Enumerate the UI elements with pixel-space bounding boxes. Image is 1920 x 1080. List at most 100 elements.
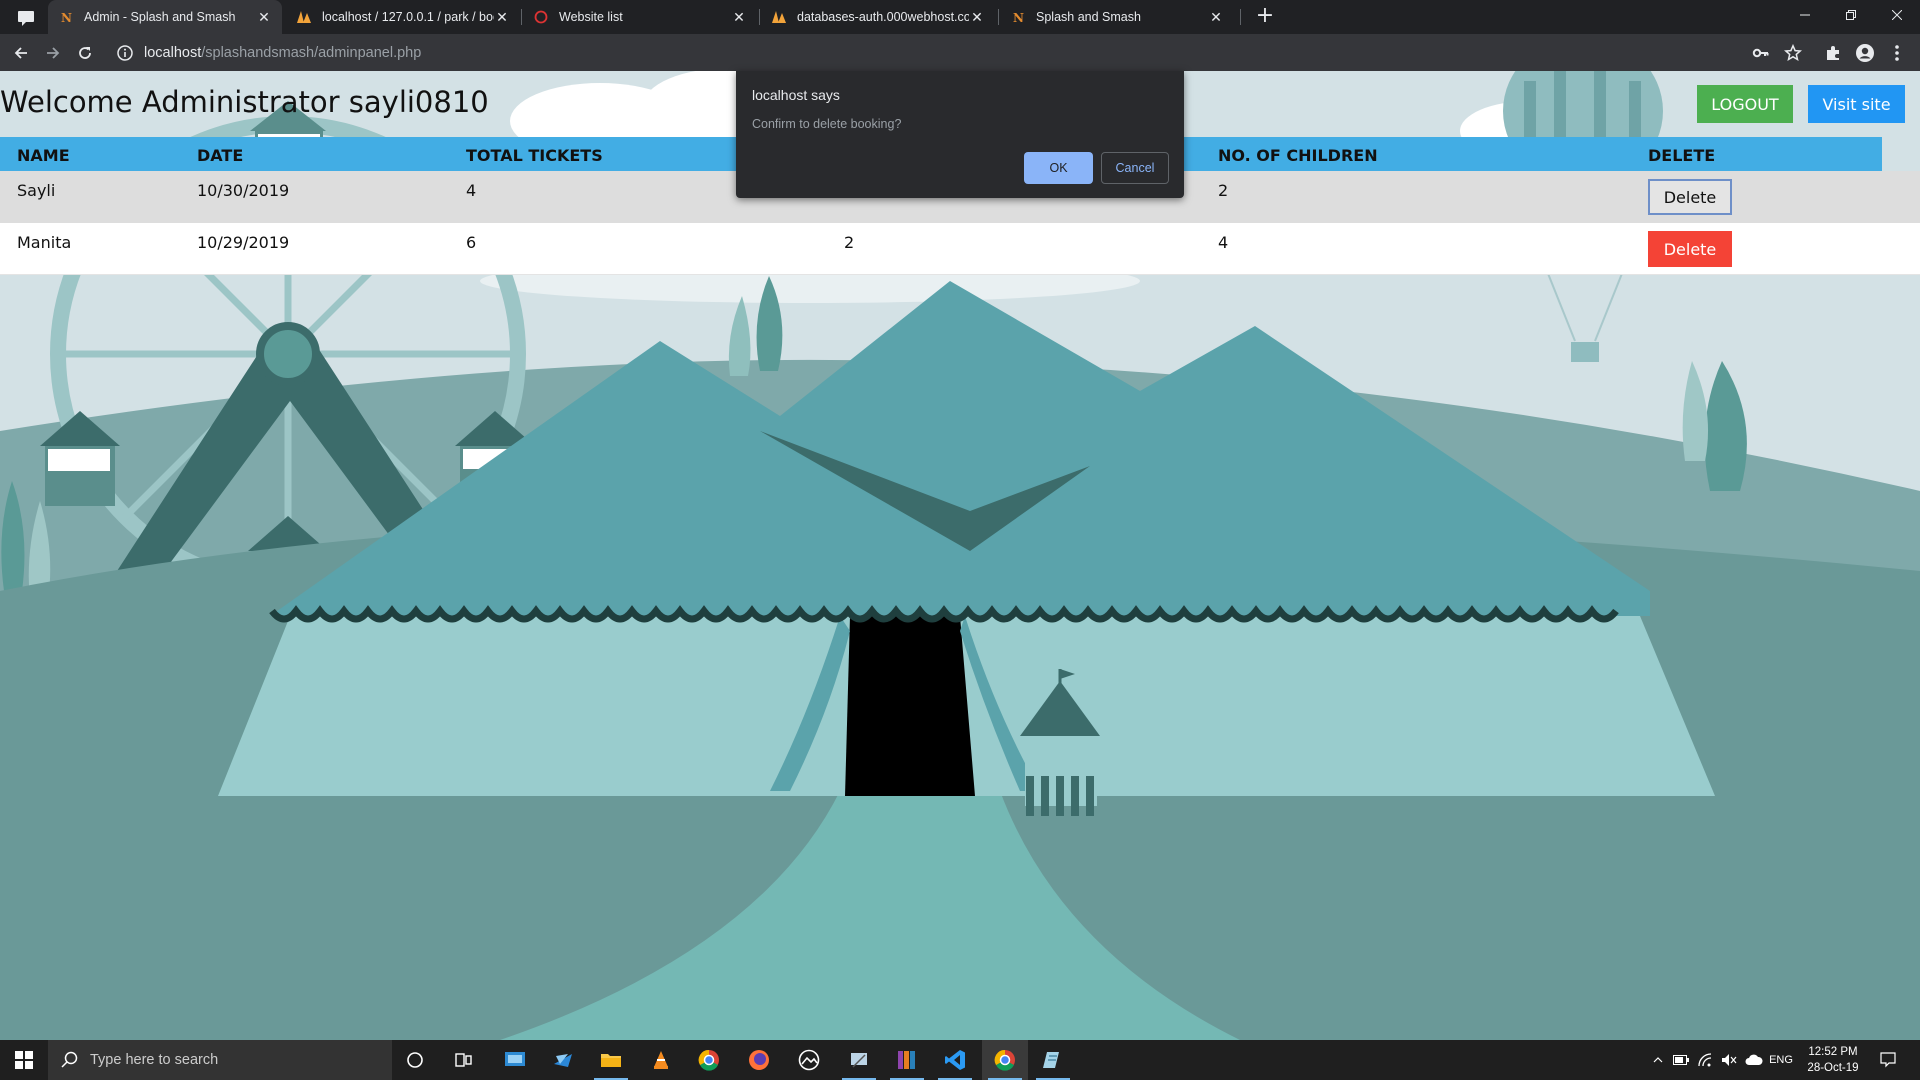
dialog-cancel-button[interactable]: Cancel bbox=[1101, 152, 1169, 184]
dialog-message: Confirm to delete booking? bbox=[752, 117, 902, 131]
address-bar[interactable]: localhost/splashandsmash/adminpanel.php bbox=[110, 38, 1770, 67]
close-tab-icon[interactable]: ✕ bbox=[731, 9, 747, 25]
close-tab-icon[interactable]: ✕ bbox=[1208, 9, 1224, 25]
show-hidden-icons-chevron-icon[interactable] bbox=[1648, 1040, 1668, 1080]
new-tab-button[interactable]: + bbox=[1253, 5, 1277, 29]
profile-avatar-icon[interactable] bbox=[1852, 40, 1878, 66]
taskbar-search-box[interactable]: Type here to search bbox=[48, 1040, 392, 1080]
splash-favicon-icon: N bbox=[58, 9, 74, 25]
chrome-active-icon[interactable] bbox=[982, 1040, 1028, 1080]
reload-button[interactable] bbox=[72, 40, 98, 66]
task-view-icon[interactable] bbox=[440, 1040, 486, 1080]
cell-name: Manita bbox=[17, 233, 72, 252]
browser-toolbar: localhost/splashandsmash/adminpanel.php bbox=[0, 34, 1920, 71]
tab-title: databases-auth.000webhost.com bbox=[797, 10, 969, 24]
back-button[interactable] bbox=[8, 40, 34, 66]
cell-adults: 2 bbox=[844, 233, 855, 252]
tab-separator bbox=[759, 9, 760, 25]
visit-site-button[interactable]: Visit site bbox=[1808, 85, 1905, 123]
tab-separator bbox=[1240, 9, 1241, 25]
cell-date: 10/30/2019 bbox=[197, 181, 290, 200]
password-key-icon[interactable] bbox=[1748, 40, 1774, 66]
close-tab-icon[interactable]: ✕ bbox=[494, 9, 510, 25]
tab-title: Website list bbox=[559, 10, 623, 24]
cell-date: 10/29/2019 bbox=[197, 233, 290, 252]
forward-button[interactable] bbox=[40, 40, 66, 66]
language-indicator[interactable]: ENG bbox=[1766, 1040, 1796, 1080]
table-row: Manita 10/29/2019 6 2 4 Delete bbox=[0, 223, 1920, 275]
000webhost-favicon-icon bbox=[533, 9, 549, 25]
close-tab-icon[interactable]: ✕ bbox=[256, 9, 272, 25]
confirm-dialog: localhost says Confirm to delete booking… bbox=[736, 71, 1184, 198]
url-text[interactable]: localhost/splashandsmash/adminpanel.php bbox=[144, 45, 421, 61]
tab-databases-auth[interactable]: databases-auth.000webhost.com ✕ bbox=[761, 0, 995, 34]
column-header-name: NAME bbox=[17, 146, 70, 165]
column-header-total-tickets: TOTAL TICKETS bbox=[466, 146, 603, 165]
page-viewport: Welcome Administrator sayli0810 LOGOUT V… bbox=[0, 71, 1920, 1040]
cell-total-tickets: 6 bbox=[466, 233, 477, 252]
url-host: localhost bbox=[144, 44, 202, 61]
tab-website-list[interactable]: Website list ✕ bbox=[523, 0, 757, 34]
vlc-icon[interactable] bbox=[638, 1040, 684, 1080]
phpmyadmin-favicon-icon bbox=[771, 9, 787, 25]
volume-muted-icon[interactable] bbox=[1718, 1040, 1740, 1080]
clock-date: 28-Oct-19 bbox=[1807, 1062, 1859, 1074]
restore-button[interactable] bbox=[1828, 0, 1874, 30]
teams-app-icon[interactable] bbox=[540, 1040, 586, 1080]
tab-title: Splash and Smash bbox=[1036, 10, 1141, 24]
site-info-icon[interactable] bbox=[116, 44, 134, 62]
firefox-icon[interactable] bbox=[736, 1040, 782, 1080]
page-title: Welcome Administrator sayli0810 bbox=[0, 85, 489, 119]
tab-splash-and-smash[interactable]: N Splash and Smash ✕ bbox=[1000, 0, 1234, 34]
tab-separator bbox=[521, 9, 522, 25]
file-explorer-icon[interactable] bbox=[588, 1040, 634, 1080]
phpmyadmin-favicon-icon bbox=[296, 9, 312, 25]
cortana-icon[interactable] bbox=[392, 1040, 438, 1080]
tab-separator bbox=[998, 9, 999, 25]
search-placeholder: Type here to search bbox=[90, 1052, 219, 1068]
dialog-title: localhost says bbox=[752, 87, 840, 103]
minimize-button[interactable] bbox=[1782, 0, 1828, 30]
notepad-icon[interactable] bbox=[1030, 1040, 1076, 1080]
column-header-children: NO. OF CHILDREN bbox=[1218, 146, 1378, 165]
photos-app-icon[interactable] bbox=[492, 1040, 538, 1080]
close-tab-icon[interactable]: ✕ bbox=[969, 9, 985, 25]
chrome-menu-icon[interactable] bbox=[1884, 40, 1910, 66]
logout-button[interactable]: LOGOUT bbox=[1697, 85, 1793, 123]
browser-tab-strip: N Admin - Splash and Smash ✕ localhost /… bbox=[0, 0, 1920, 34]
taskbar-clock[interactable]: 12:52 PM 28-Oct-19 bbox=[1798, 1044, 1868, 1076]
battery-icon[interactable] bbox=[1670, 1040, 1692, 1080]
vscode-icon[interactable] bbox=[932, 1040, 978, 1080]
notifications-icon[interactable] bbox=[1870, 1040, 1906, 1080]
close-window-button[interactable] bbox=[1874, 0, 1920, 30]
windows-taskbar: Type here to search ENG 12:52 PM 28-Oct-… bbox=[0, 1040, 1920, 1080]
column-header-delete: DELETE bbox=[1648, 146, 1716, 165]
extensions-puzzle-icon[interactable] bbox=[1820, 40, 1846, 66]
splash-favicon-icon: N bbox=[1010, 9, 1026, 25]
delete-button[interactable]: Delete bbox=[1648, 231, 1732, 267]
cell-children: 4 bbox=[1218, 233, 1229, 252]
dialog-ok-button[interactable]: OK bbox=[1024, 152, 1093, 184]
tab-title: localhost / 127.0.0.1 / park / boo bbox=[322, 10, 494, 24]
windows-logo-icon bbox=[15, 1051, 33, 1069]
clock-time: 12:52 PM bbox=[1808, 1046, 1858, 1058]
cell-children: 2 bbox=[1218, 181, 1229, 200]
tab-admin-splash[interactable]: N Admin - Splash and Smash ✕ bbox=[48, 0, 282, 34]
snipping-tool-icon[interactable] bbox=[836, 1040, 882, 1080]
url-path: /splashandsmash/adminpanel.php bbox=[201, 44, 422, 61]
wifi-icon[interactable] bbox=[1694, 1040, 1716, 1080]
column-header-date: DATE bbox=[197, 146, 244, 165]
cell-name: Sayli bbox=[17, 181, 56, 200]
svg-text:N: N bbox=[1013, 11, 1024, 24]
start-button[interactable] bbox=[0, 1040, 48, 1080]
chrome-app-icon[interactable] bbox=[686, 1040, 732, 1080]
onedrive-cloud-icon[interactable] bbox=[1742, 1040, 1766, 1080]
tab-title: Admin - Splash and Smash bbox=[84, 10, 236, 24]
bookmark-star-icon[interactable] bbox=[1780, 40, 1806, 66]
tab-phpmyadmin[interactable]: localhost / 127.0.0.1 / park / boo ✕ bbox=[286, 0, 520, 34]
svg-text:N: N bbox=[61, 11, 72, 24]
tab-search-icon[interactable] bbox=[14, 7, 38, 27]
delete-button[interactable]: Delete bbox=[1648, 179, 1732, 215]
photos-viewer-icon[interactable] bbox=[786, 1040, 832, 1080]
winrar-icon[interactable] bbox=[884, 1040, 930, 1080]
